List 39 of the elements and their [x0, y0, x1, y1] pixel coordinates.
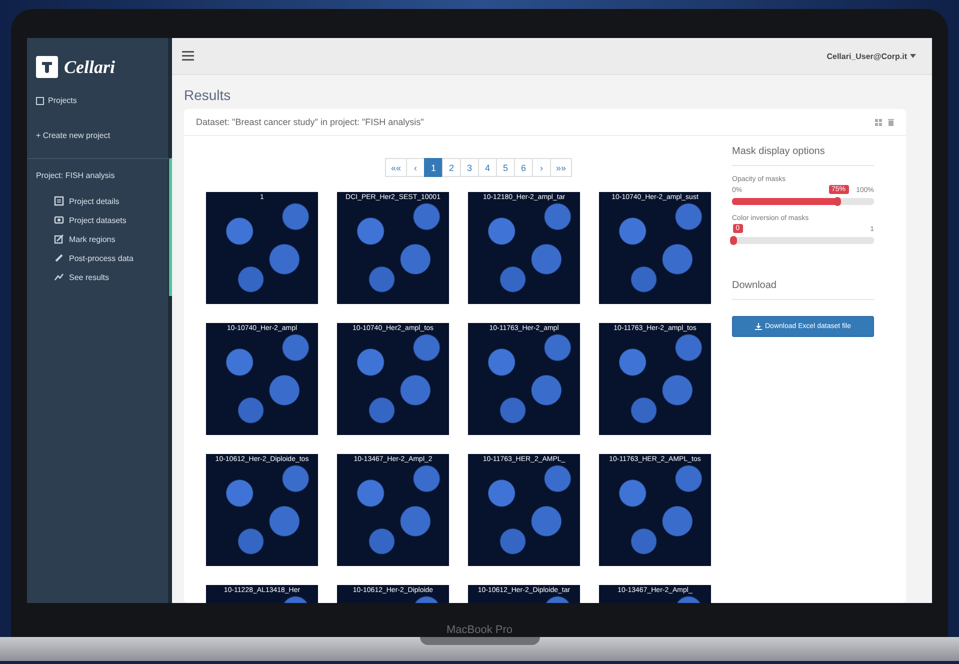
download-icon	[755, 323, 762, 330]
menu-icon[interactable]	[182, 51, 194, 61]
sidebar-item[interactable]: Project datasets	[54, 215, 160, 225]
pencil-icon	[54, 234, 64, 244]
page-button[interactable]: »»	[550, 158, 572, 177]
page-button[interactable]: 4	[478, 158, 497, 177]
page-button[interactable]: 5	[496, 158, 515, 177]
picture-icon	[54, 215, 64, 225]
page-button[interactable]: 6	[514, 158, 533, 177]
sidebar-item[interactable]: Post-process data	[54, 253, 160, 263]
projects-link[interactable]: Projects	[27, 92, 168, 109]
section-title: Download	[732, 280, 874, 300]
trash-icon[interactable]	[888, 118, 894, 126]
page-button[interactable]: 1	[424, 158, 443, 177]
dataset-heading: Dataset: "Breast cancer study" in project: "FISH analysis"	[196, 117, 424, 127]
slider-thumb[interactable]	[834, 197, 842, 206]
brand-name: Cellari	[64, 56, 116, 78]
page-title: Results	[184, 87, 232, 103]
laptop-label: MacBook Pro	[446, 624, 513, 636]
cellari-logo-icon	[36, 56, 58, 78]
user-menu[interactable]: Cellari_User@Corp.it	[820, 50, 922, 62]
caret-icon	[910, 54, 916, 58]
sidebar-item[interactable]: See results	[54, 272, 160, 282]
chart-icon	[54, 272, 64, 282]
page-button[interactable]: 2	[442, 158, 461, 177]
wand-icon	[54, 253, 64, 263]
project-title: Project: FISH analysis	[36, 171, 116, 180]
section-title: Mask display options	[732, 146, 874, 166]
slider-thumb[interactable]	[730, 236, 737, 245]
page-button[interactable]: 3	[460, 158, 479, 177]
page-button[interactable]: ««	[384, 158, 407, 177]
sidebar-item[interactable]: Mark regions	[54, 234, 160, 244]
create-project-link[interactable]: + Create new project	[27, 127, 168, 144]
slider-track[interactable]	[732, 198, 874, 205]
slider-track[interactable]	[732, 237, 874, 244]
page-button[interactable]: ›	[532, 158, 551, 177]
grid-icon[interactable]	[875, 118, 882, 126]
sidebar-item[interactable]: Project details	[54, 196, 160, 206]
page-button[interactable]: ‹	[406, 158, 425, 177]
